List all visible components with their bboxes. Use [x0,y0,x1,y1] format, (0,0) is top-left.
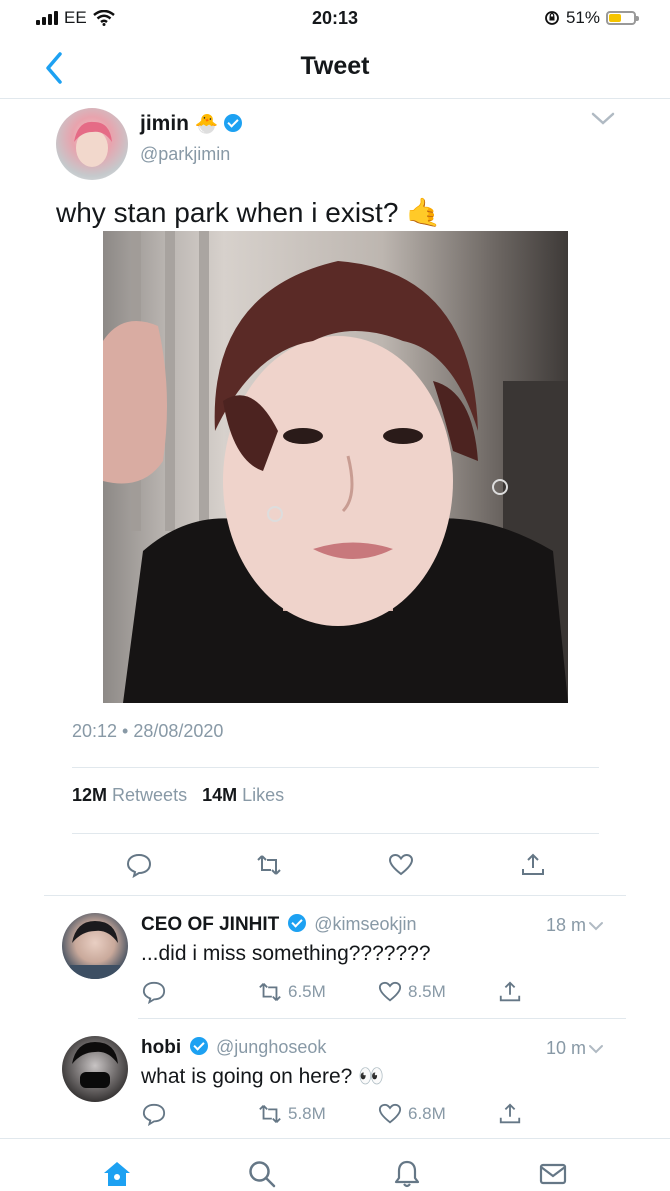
tweet-text: why stan park when i exist? 🤙 [56,197,442,228]
avatar-art [70,921,120,979]
author-name-row: jimin 🐣 [140,112,243,136]
reply-like-count: 8.5M [408,982,446,1001]
retweet-stat[interactable]: 12M Retweets [72,785,187,805]
bell-icon[interactable] [392,1159,422,1189]
reply-tweet[interactable]: CEO OF JINHIT @kimseokjin 18 m ...did i … [44,896,626,1018]
retweet-icon[interactable] [256,852,282,878]
divider [72,767,599,768]
reply-time: 10 m [545,1038,586,1058]
like-label: Likes [242,785,285,805]
chevron-down-icon[interactable] [590,110,616,128]
reply-text: what is going on here? 👀 [141,1065,385,1088]
photo-art [103,231,568,703]
share-icon[interactable] [498,1102,522,1126]
mail-icon[interactable] [538,1159,568,1189]
author-avatar[interactable] [56,108,128,180]
orientation-lock-icon [545,11,559,25]
reply-author-name[interactable]: hobi [141,1037,181,1058]
reply-retweet-action[interactable]: 6.5M [258,980,326,1004]
verified-badge-icon [224,114,243,132]
reply-avatar[interactable] [62,1036,128,1102]
battery-fill [609,14,622,22]
heart-icon [378,1103,402,1124]
reply-like-count: 6.8M [408,1104,446,1123]
home-icon[interactable] [102,1159,132,1189]
author-handle[interactable]: @parkjimin [140,144,230,165]
reply-like-action[interactable]: 8.5M [378,980,446,1004]
reply-header: CEO OF JINHIT @kimseokjin [141,914,417,936]
retweet-count: 12M [72,785,108,805]
reply-author-name[interactable]: CEO OF JINHIT [141,914,279,935]
battery-icon [606,11,639,25]
avatar-art [74,121,112,167]
reply-header: hobi @junghoseok [141,1037,326,1059]
heart-icon[interactable] [388,852,414,878]
reply-avatar[interactable] [62,913,128,979]
retweet-icon [259,1105,281,1123]
reply-like-action[interactable]: 6.8M [378,1102,446,1126]
reply-author-handle[interactable]: @kimseokjin [314,914,416,934]
comment-icon[interactable] [142,1102,166,1126]
nav-bar: Tweet [0,40,670,99]
author-name[interactable]: jimin [140,112,189,135]
like-count: 14M [202,785,238,805]
comment-icon[interactable] [126,852,152,878]
verified-badge-icon [189,1037,208,1055]
search-icon[interactable] [247,1159,277,1189]
avatar-art [72,1042,118,1088]
tweet-stats: 12M Retweets 14M Likes [72,785,284,806]
reply-time: 18 m [545,915,586,935]
status-bar: EE 20:13 51% [0,0,670,38]
battery-percent: 51% [565,8,600,27]
reply-retweet-count: 5.8M [288,1104,326,1123]
status-right: 51% [544,8,639,28]
reply-author-handle[interactable]: @junghoseok [216,1037,326,1057]
reply-retweet-action[interactable]: 5.8M [258,1102,326,1126]
tab-bar [0,1138,670,1191]
retweet-label: Retweets [112,785,188,805]
retweet-icon [259,983,281,1001]
like-stat[interactable]: 14M Likes [202,785,284,805]
chevron-down-icon[interactable] [588,1043,604,1055]
reply-tweet[interactable]: hobi @junghoseok 10 m what is going on h… [44,1019,626,1137]
comment-icon[interactable] [142,980,166,1004]
tweet-image[interactable] [103,231,568,703]
share-icon[interactable] [498,980,522,1004]
hatching-chick-emoji: 🐣 [194,114,219,135]
reply-text: ...did i miss something??????? [141,942,431,965]
heart-icon [378,981,402,1002]
verified-badge-icon [287,914,306,932]
chevron-down-icon[interactable] [588,920,604,932]
page-title: Tweet [300,52,370,80]
reply-retweet-count: 6.5M [288,982,326,1001]
tweet-timestamp: 20:12 • 28/08/2020 [72,721,224,741]
share-icon[interactable] [520,852,546,878]
divider [72,833,599,834]
